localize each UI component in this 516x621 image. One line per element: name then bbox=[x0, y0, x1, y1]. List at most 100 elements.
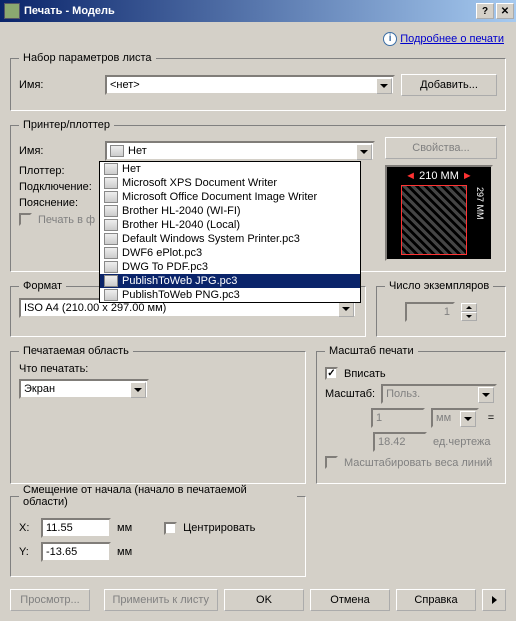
scale-combo: Польз. bbox=[381, 384, 497, 404]
offset-y-label: Y: bbox=[19, 546, 35, 558]
what-to-print-combo[interactable]: Экран bbox=[19, 379, 149, 399]
printer-option-label: DWF6 ePlot.pc3 bbox=[122, 247, 202, 259]
title-bar: Печать - Модель ? ✕ bbox=[0, 0, 516, 22]
scale-denominator-input: 18.42 bbox=[373, 432, 427, 452]
printer-legend: Принтер/плоттер bbox=[19, 119, 114, 131]
what-to-print-label: Что печатать: bbox=[19, 363, 297, 375]
printer-icon bbox=[110, 145, 124, 157]
app-icon bbox=[4, 3, 20, 19]
expand-dialog-button[interactable] bbox=[482, 589, 506, 611]
page-setup-legend: Набор параметров листа bbox=[19, 52, 156, 64]
scale-numerator-input: 1 bbox=[371, 408, 425, 428]
preview-height-label: 297 MM bbox=[475, 187, 485, 220]
printer-option-label: PublishToWeb JPG.pc3 bbox=[122, 275, 237, 287]
plotter-label: Плоттер: bbox=[19, 165, 99, 177]
scale-label: Масштаб: bbox=[325, 388, 375, 400]
chevron-down-icon[interactable] bbox=[130, 382, 146, 398]
printer-option[interactable]: Brother HL-2040 (Local) bbox=[100, 218, 360, 232]
center-plot-label: Центрировать bbox=[183, 522, 255, 534]
printer-option-label: Default Windows System Printer.pc3 bbox=[122, 233, 300, 245]
printer-icon bbox=[104, 261, 118, 273]
printer-option[interactable]: Microsoft Office Document Image Writer bbox=[100, 190, 360, 204]
printer-option[interactable]: Brother HL-2040 (WI-FI) bbox=[100, 204, 360, 218]
copies-input: 1 bbox=[405, 302, 455, 322]
page-setup-group: Набор параметров листа Имя: <нет> Добави… bbox=[10, 52, 506, 111]
printer-group: Принтер/плоттер Имя: Нет Плоттер: Подклю… bbox=[10, 119, 506, 272]
printer-option-label: Microsoft Office Document Image Writer bbox=[122, 191, 317, 203]
printer-option[interactable]: DWG To PDF.pc3 bbox=[100, 260, 360, 274]
offset-y-unit: мм bbox=[117, 546, 132, 558]
printer-icon bbox=[104, 247, 118, 259]
scale-lineweights-label: Масштабировать веса линий bbox=[344, 457, 492, 469]
offset-x-unit: мм bbox=[117, 522, 132, 534]
more-about-print-link[interactable]: Подробнее о печати bbox=[400, 33, 504, 45]
scale-unit-combo: мм bbox=[431, 408, 479, 428]
printer-option-label: PublishToWeb PNG.pc3 bbox=[122, 289, 240, 301]
printer-option[interactable]: PublishToWeb PNG.pc3 bbox=[100, 288, 360, 302]
paper-format-legend: Формат bbox=[19, 280, 66, 292]
chevron-down-icon bbox=[478, 387, 494, 403]
connection-label: Подключение: bbox=[19, 181, 99, 193]
printer-option[interactable]: DWF6 ePlot.pc3 bbox=[100, 246, 360, 260]
cancel-button[interactable]: Отмена bbox=[310, 589, 390, 611]
printer-icon bbox=[104, 219, 118, 231]
printer-icon bbox=[104, 163, 118, 175]
preview-width-label: ◄ 210 MM ► bbox=[387, 170, 491, 182]
scale-lineweights-checkbox bbox=[325, 456, 338, 469]
printer-icon bbox=[104, 177, 118, 189]
printer-option-label: DWG To PDF.pc3 bbox=[122, 261, 208, 273]
chevron-down-icon[interactable] bbox=[356, 144, 372, 160]
print-to-file-label: Печать в ф bbox=[38, 214, 95, 226]
close-button[interactable]: ✕ bbox=[496, 3, 514, 19]
print-to-file-checkbox bbox=[19, 213, 32, 226]
print-area-group: Печатаемая область Что печатать: Экран bbox=[10, 345, 306, 484]
equals-label: = bbox=[485, 412, 497, 424]
printer-option-label: Brother HL-2040 (Local) bbox=[122, 219, 240, 231]
info-icon: i bbox=[383, 32, 397, 46]
fit-to-page-checkbox[interactable] bbox=[325, 367, 338, 380]
printer-name-label: Имя: bbox=[19, 145, 99, 157]
add-page-setup-button[interactable]: Добавить... bbox=[401, 74, 497, 96]
plot-offset-legend: Смещение от начала (начало в печатаемой … bbox=[19, 484, 297, 508]
print-scale-legend: Масштаб печати bbox=[325, 345, 418, 357]
chevron-down-icon[interactable] bbox=[376, 78, 392, 94]
help-button[interactable]: Справка bbox=[396, 589, 476, 611]
printer-icon bbox=[104, 275, 118, 287]
ok-button[interactable]: OK bbox=[224, 589, 304, 611]
printer-icon bbox=[104, 205, 118, 217]
fit-to-page-label: Вписать bbox=[344, 368, 386, 380]
apply-to-layout-button: Применить к листу bbox=[104, 589, 219, 611]
printer-icon bbox=[104, 191, 118, 203]
printer-option[interactable]: Нет bbox=[100, 162, 360, 176]
plot-offset-group: Смещение от начала (начало в печатаемой … bbox=[10, 484, 306, 577]
copies-legend: Число экземпляров bbox=[385, 280, 493, 292]
dialog-footer: Просмотр... Применить к листу OK Отмена … bbox=[10, 589, 506, 611]
offset-y-input[interactable]: -13.65 bbox=[41, 542, 111, 562]
center-plot-checkbox[interactable] bbox=[164, 522, 177, 535]
printer-option-label: Нет bbox=[122, 163, 141, 175]
copies-group: Число экземпляров 1 bbox=[376, 280, 506, 337]
printer-icon bbox=[104, 233, 118, 245]
printer-option[interactable]: PublishToWeb JPG.pc3 bbox=[100, 274, 360, 288]
offset-x-label: X: bbox=[19, 522, 35, 534]
printer-option-label: Brother HL-2040 (WI-FI) bbox=[122, 205, 241, 217]
window-title: Печать - Модель bbox=[24, 5, 474, 17]
preview-button: Просмотр... bbox=[10, 589, 90, 611]
chevron-down-icon[interactable] bbox=[338, 301, 354, 317]
printer-option[interactable]: Microsoft XPS Document Writer bbox=[100, 176, 360, 190]
print-area-legend: Печатаемая область bbox=[19, 345, 133, 357]
printer-name-dropdown-list[interactable]: Нет Microsoft XPS Document Writer Microsof… bbox=[99, 161, 361, 303]
page-setup-name-label: Имя: bbox=[19, 79, 99, 91]
printer-name-combo[interactable]: Нет bbox=[105, 141, 375, 161]
print-scale-group: Масштаб печати Вписать Масштаб: Польз. 1… bbox=[316, 345, 506, 484]
dialog-body: i Подробнее о печати Набор параметров ли… bbox=[0, 22, 516, 621]
printer-option-label: Microsoft XPS Document Writer bbox=[122, 177, 277, 189]
help-link-row: i Подробнее о печати bbox=[10, 28, 506, 52]
help-button[interactable]: ? bbox=[476, 3, 494, 19]
printer-option[interactable]: Default Windows System Printer.pc3 bbox=[100, 232, 360, 246]
paper-preview: ◄ 210 MM ► 297 MM bbox=[385, 165, 493, 261]
drawing-units-label: ед.чертежа bbox=[433, 436, 497, 448]
printer-icon bbox=[104, 289, 118, 301]
offset-x-input[interactable]: 11.55 bbox=[41, 518, 111, 538]
page-setup-name-combo[interactable]: <нет> bbox=[105, 75, 395, 95]
